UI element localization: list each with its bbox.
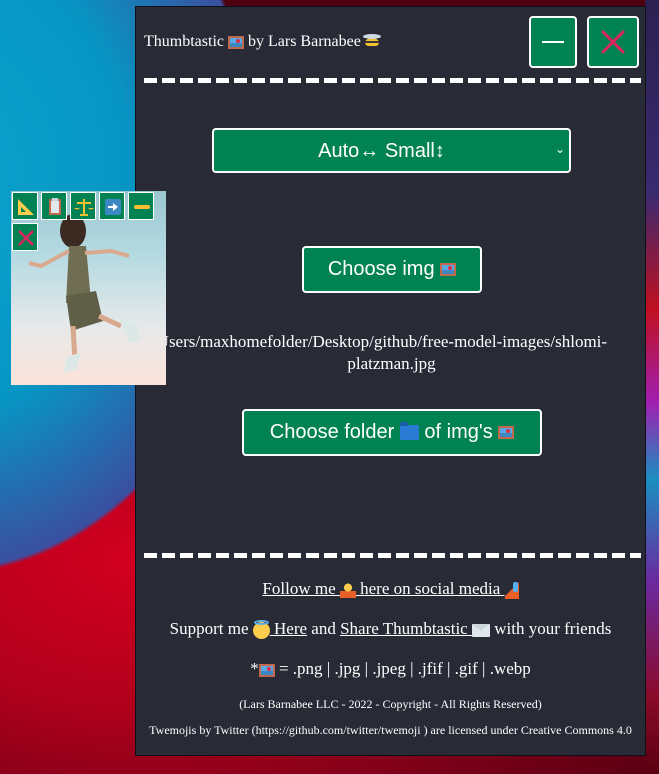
framed-picture-icon xyxy=(440,263,457,277)
app-title: Thumbtastic by Lars Barnabee xyxy=(144,33,381,51)
minimize-icon xyxy=(542,41,564,43)
support-here-link[interactable]: Here xyxy=(270,619,307,638)
copy-tool-button[interactable] xyxy=(41,192,67,220)
share-link[interactable]: Share Thumbtastic xyxy=(340,619,472,638)
smiling-face-with-halo-icon xyxy=(252,619,270,639)
balance-scale-icon xyxy=(74,199,94,216)
bottom-divider xyxy=(144,553,641,558)
supported-formats: * = .png | .jpg | .jpeg | .jfif | .gif |… xyxy=(250,659,531,678)
follow-line: Follow me here on social media xyxy=(136,579,645,599)
close-thumbnail-button[interactable] xyxy=(12,223,38,251)
right-arrow-icon xyxy=(105,199,121,215)
close-icon xyxy=(18,230,34,246)
choose-folder-suffix: of img's xyxy=(424,421,493,443)
triangular-ruler-icon xyxy=(18,199,34,215)
twemoji-credit: Twemojis by Twitter (https://github.com/… xyxy=(149,723,632,737)
call-me-hand-icon xyxy=(504,581,519,599)
close-button[interactable] xyxy=(587,16,639,68)
folder-icon xyxy=(399,422,419,441)
next-tool-button[interactable] xyxy=(99,192,125,220)
minimize-button[interactable] xyxy=(529,16,577,68)
compare-tool-button[interactable] xyxy=(70,192,96,220)
selected-file-path: /Users/maxhomefolder/Desktop/github/free… xyxy=(151,332,608,373)
bee-icon xyxy=(362,33,381,47)
app-title-author: by Lars Barnabee xyxy=(247,33,361,50)
follow-link[interactable]: Follow me here on social media xyxy=(262,579,504,599)
clipboard-icon xyxy=(49,198,61,215)
person-raising-hand-icon xyxy=(339,582,356,599)
app-title-name: Thumbtastic xyxy=(144,33,224,50)
choose-folder-label: Choose folder xyxy=(269,421,395,443)
envelope-icon xyxy=(471,623,490,637)
close-icon xyxy=(601,30,625,54)
framed-picture-icon xyxy=(227,35,244,49)
desktop-wallpaper-edge xyxy=(645,0,659,774)
choose-img-label: Choose img xyxy=(327,258,435,280)
minus-icon xyxy=(134,205,150,209)
framed-picture-icon xyxy=(258,663,275,677)
size-mode-select[interactable]: Auto↔ Small↕ ⌄ xyxy=(212,128,571,173)
size-mode-selected: Auto↔ Small↕ xyxy=(318,140,445,162)
measure-tool-button[interactable] xyxy=(12,192,38,220)
chevron-down-icon: ⌄ xyxy=(554,142,565,156)
framed-picture-icon xyxy=(498,426,515,440)
choose-folder-button[interactable]: Choose folder of img's xyxy=(242,409,542,456)
thumbnail-window[interactable] xyxy=(11,191,166,385)
shrink-tool-button[interactable] xyxy=(128,192,154,220)
top-divider xyxy=(144,78,641,83)
app-window: Thumbtastic by Lars Barnabee Auto↔ Small… xyxy=(135,6,646,756)
copyright-notice: (Lars Barnabee LLC - 2022 - Copyright - … xyxy=(239,697,542,711)
support-line: Support me Here and Share Thumbtastic wi… xyxy=(169,619,612,639)
title-bar[interactable]: Thumbtastic by Lars Barnabee xyxy=(136,7,645,77)
choose-img-button[interactable]: Choose img xyxy=(302,246,482,293)
